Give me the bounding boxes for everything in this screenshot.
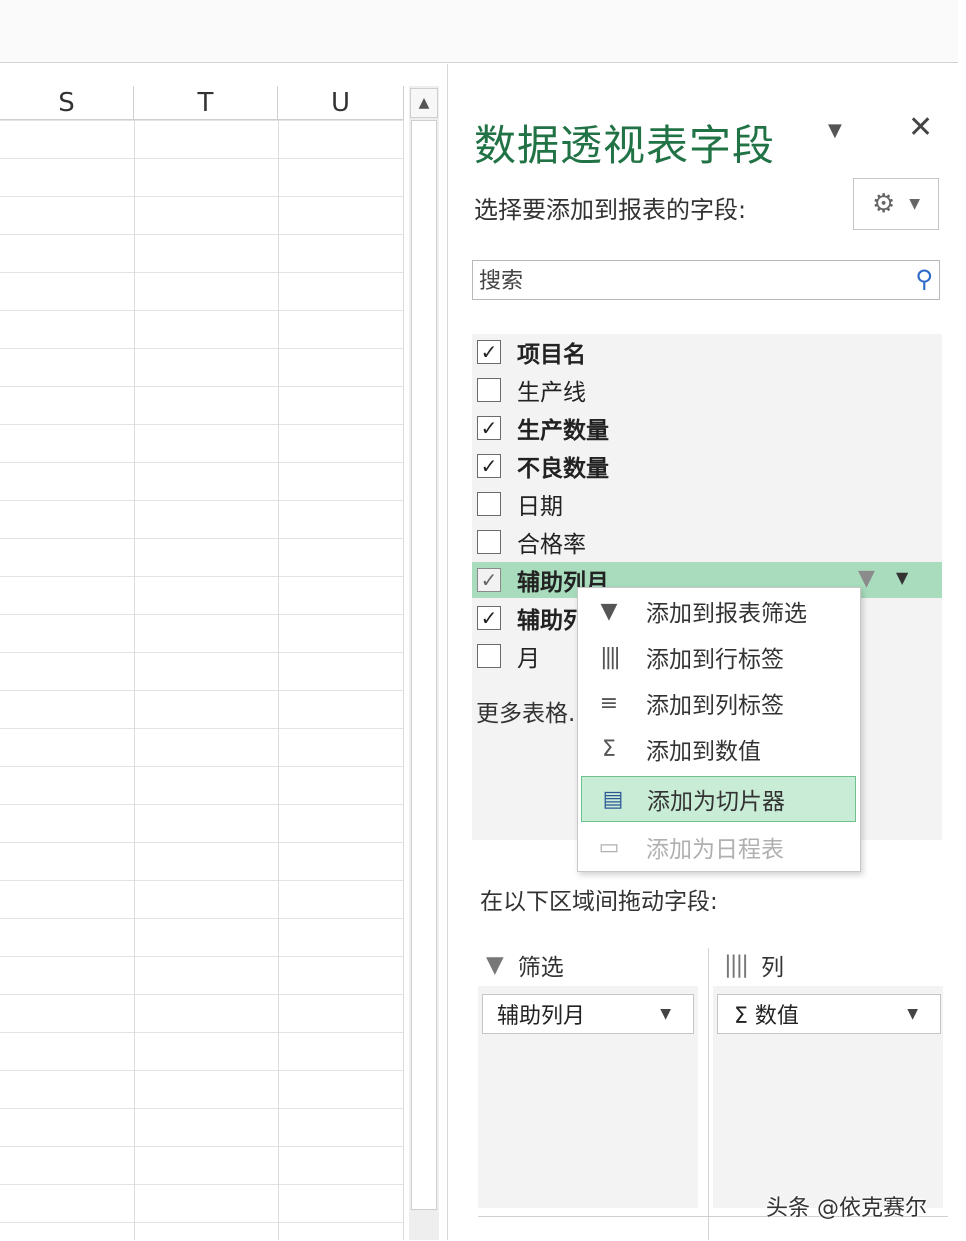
field-context-menu: ▼ 添加到报表筛选 |||| 添加到行标签 ≡ 添加到列标签 Σ 添加到数值 ▤… <box>577 587 861 872</box>
column-header-t[interactable]: T <box>134 86 278 120</box>
menu-item-add-to-report-filter[interactable]: ▼ 添加到报表筛选 <box>578 588 858 634</box>
field-label: 生产数量 <box>517 418 609 444</box>
field-item[interactable]: ✓ 项目名 <box>472 334 942 370</box>
values-field-pill[interactable]: Σ 数值 ▼ <box>717 994 941 1034</box>
field-search-box[interactable]: ⚲ <box>472 260 940 300</box>
field-label: 项目名 <box>517 342 586 368</box>
pane-title: 数据透视表字段 <box>474 121 776 170</box>
chevron-up-icon: ▲ <box>418 95 430 111</box>
sigma-icon: Σ <box>602 736 616 762</box>
field-label: 不良数量 <box>517 456 609 482</box>
column-divider <box>134 120 135 1240</box>
timeline-icon: ▭ <box>598 834 620 860</box>
menu-item-add-to-row-labels[interactable]: |||| 添加到行标签 <box>578 634 858 680</box>
checkbox-checked[interactable]: ✓ <box>477 606 501 630</box>
field-item[interactable]: ✓ 生产数量 <box>472 410 942 446</box>
vertical-scrollbar[interactable]: ▲ <box>409 86 439 1240</box>
filters-drop-area[interactable]: 辅助列月 ▼ <box>478 986 698 1208</box>
field-item[interactable]: 日期 <box>472 486 942 522</box>
more-tables-link[interactable]: 更多表格... <box>476 694 590 728</box>
filter-icon: ▼ <box>600 598 618 624</box>
field-item[interactable]: 合格率 <box>472 524 942 560</box>
menu-item-label: 添加到数值 <box>646 739 761 765</box>
scrollbar-thumb[interactable] <box>411 120 437 1210</box>
pill-label: Σ 数值 <box>734 1004 799 1029</box>
menu-item-add-to-values[interactable]: Σ 添加到数值 <box>578 726 858 772</box>
cell-grid[interactable] <box>0 120 404 1240</box>
field-item[interactable]: 生产线 <box>472 372 942 408</box>
menu-item-label: 添加到报表筛选 <box>646 601 807 627</box>
field-label: 日期 <box>517 494 563 520</box>
filters-area-header: ▼ 筛选 <box>486 948 564 982</box>
filters-area-title: 筛选 <box>517 955 564 981</box>
filter-icon: ▼ <box>486 952 504 978</box>
column-labels-icon: ≡ <box>599 690 619 716</box>
field-label: 合格率 <box>517 532 586 558</box>
field-label: 生产线 <box>517 380 586 406</box>
area-divider <box>708 948 709 1240</box>
menu-item-add-as-slicer[interactable]: ▤ 添加为切片器 <box>581 776 856 822</box>
slicer-icon: ▤ <box>602 786 624 812</box>
column-header-s[interactable]: S <box>0 86 134 120</box>
drag-fields-label: 在以下区域间拖动字段: <box>480 889 718 915</box>
checkbox-unchecked[interactable] <box>477 378 501 402</box>
field-label: 月 <box>517 646 540 672</box>
menu-item-label: 添加为切片器 <box>647 789 785 815</box>
columns-area-title: 列 <box>761 955 784 981</box>
close-icon[interactable]: ✕ <box>908 110 933 145</box>
scroll-up-button[interactable]: ▲ <box>410 88 438 118</box>
checkbox-unchecked[interactable] <box>477 530 501 554</box>
column-divider <box>278 120 279 1240</box>
worksheet-grid[interactable]: S T U <box>0 86 404 1240</box>
columns-area-header: |||| 列 <box>724 948 784 982</box>
column-divider <box>403 120 404 1240</box>
chevron-down-icon[interactable]: ▼ <box>660 1006 671 1022</box>
gear-icon: ⚙ <box>871 189 896 219</box>
menu-item-add-as-timeline: ▭ 添加为日程表 <box>578 824 858 870</box>
checkbox-checked[interactable]: ✓ <box>477 416 501 440</box>
field-item[interactable]: ✓ 不良数量 <box>472 448 942 484</box>
columns-drop-area[interactable]: Σ 数值 ▼ <box>713 986 943 1208</box>
checkbox-checked[interactable]: ✓ <box>477 454 501 478</box>
column-header-u[interactable]: U <box>278 86 404 120</box>
pill-label: 辅助列月 <box>497 1004 586 1029</box>
column-labels-icon: |||| <box>724 952 749 978</box>
chevron-down-icon[interactable]: ▼ <box>907 1006 918 1022</box>
menu-item-add-to-column-labels[interactable]: ≡ 添加到列标签 <box>578 680 858 726</box>
ribbon-area <box>0 0 958 63</box>
checkbox-checked[interactable]: ✓ <box>477 340 501 364</box>
tools-button[interactable]: ⚙ ▼ <box>853 178 939 230</box>
chevron-down-icon: ▼ <box>909 196 921 212</box>
menu-item-label: 添加到行标签 <box>646 647 784 673</box>
menu-item-label: 添加到列标签 <box>646 693 784 719</box>
checkbox-unchecked[interactable] <box>477 492 501 516</box>
watermark-text: 头条 @依克赛尔 <box>766 1196 927 1221</box>
choose-fields-label: 选择要添加到报表的字段: <box>474 196 747 224</box>
search-input[interactable] <box>477 264 901 298</box>
menu-item-label: 添加为日程表 <box>646 837 784 863</box>
pane-options-dropdown-icon[interactable]: ▼ <box>828 120 842 141</box>
row-labels-icon: |||| <box>600 644 621 670</box>
field-label: 辅助列 <box>517 608 586 634</box>
checkbox-checked[interactable]: ✓ <box>477 568 501 592</box>
checkbox-unchecked[interactable] <box>477 644 501 668</box>
search-icon[interactable]: ⚲ <box>915 265 933 293</box>
filter-field-pill[interactable]: 辅助列月 ▼ <box>482 994 694 1034</box>
field-dropdown-icon[interactable]: ▼ <box>896 568 908 587</box>
